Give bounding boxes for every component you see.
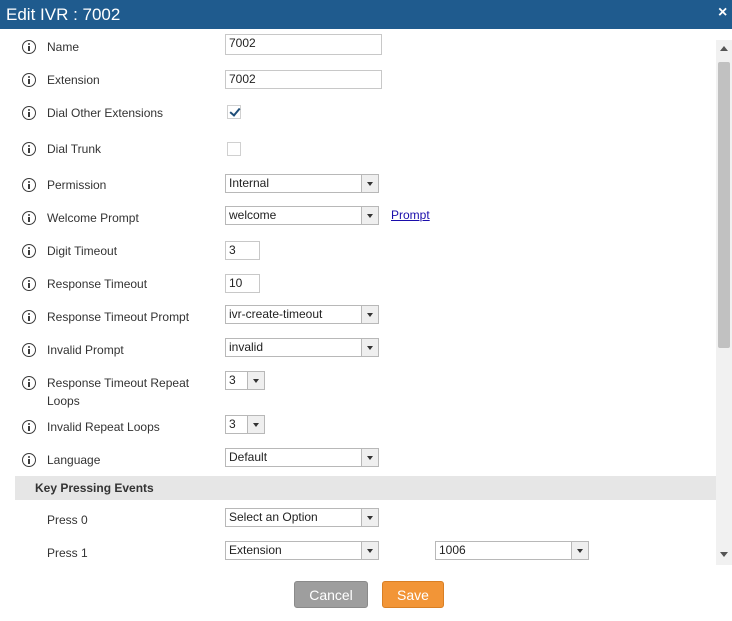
permission-label: Permission [47, 178, 107, 192]
scroll-up-icon[interactable] [720, 46, 728, 51]
scroll-down-icon[interactable] [720, 552, 728, 557]
chevron-down-icon[interactable] [361, 306, 378, 323]
invalid-prompt-select[interactable]: invalid [225, 338, 379, 357]
response-timeout-prompt-row: Response Timeout Prompt ivr-create-timeo… [0, 305, 716, 329]
press-0-row: Press 0 Select an Option [0, 508, 716, 532]
language-label: Language [47, 453, 101, 467]
response-timeout-repeat-loops-value: 3 [229, 373, 236, 387]
chevron-down-icon[interactable] [361, 207, 378, 224]
info-icon[interactable] [22, 343, 36, 357]
chevron-down-icon[interactable] [361, 509, 378, 526]
permission-select[interactable]: Internal [225, 174, 379, 193]
extension-input[interactable]: 7002 [225, 70, 382, 89]
response-timeout-prompt-value: ivr-create-timeout [229, 307, 323, 321]
name-row: Name 7002 [0, 34, 716, 59]
welcome-prompt-value: welcome [229, 208, 277, 222]
response-timeout-prompt-select[interactable]: ivr-create-timeout [225, 305, 379, 324]
info-icon[interactable] [22, 178, 36, 192]
invalid-repeat-loops-value: 3 [229, 417, 236, 431]
press-1-target-value: 1006 [439, 543, 466, 557]
response-timeout-row: Response Timeout 10 [0, 274, 716, 296]
info-icon[interactable] [22, 244, 36, 258]
dialog-title: Edit IVR : 7002 [6, 5, 121, 24]
dial-other-extensions-row: Dial Other Extensions [0, 103, 716, 125]
info-icon[interactable] [22, 453, 36, 467]
dial-trunk-label: Dial Trunk [47, 142, 102, 156]
info-icon[interactable] [22, 310, 36, 324]
press-1-target-select[interactable]: 1006 [435, 541, 589, 560]
response-timeout-input[interactable]: 10 [225, 274, 260, 293]
invalid-repeat-loops-row: Invalid Repeat Loops 3 [0, 415, 716, 439]
digit-timeout-row: Digit Timeout 3 [0, 241, 716, 263]
chevron-down-icon[interactable] [361, 175, 378, 192]
chevron-down-icon[interactable] [247, 416, 264, 433]
prompt-link[interactable]: Prompt [391, 206, 430, 224]
response-timeout-repeat-loops-row: Response Timeout Repeat Loops 3 [0, 371, 716, 413]
press-0-value: Select an Option [229, 510, 318, 524]
press-0-select[interactable]: Select an Option [225, 508, 379, 527]
name-input[interactable]: 7002 [225, 34, 382, 55]
scrollbar-thumb[interactable] [718, 62, 730, 348]
dialog-footer: Cancel Save [0, 565, 732, 621]
info-icon[interactable] [22, 106, 36, 120]
permission-row: Permission Internal [0, 174, 716, 197]
invalid-prompt-row: Invalid Prompt invalid [0, 338, 716, 362]
language-value: Default [229, 450, 268, 464]
welcome-prompt-row: Welcome Prompt welcome Prompt [0, 206, 716, 230]
info-icon[interactable] [22, 73, 36, 87]
language-select[interactable]: Default [225, 448, 379, 467]
section-title: Key Pressing Events [35, 481, 154, 495]
press-0-label: Press 0 [47, 513, 88, 527]
chevron-down-icon[interactable] [247, 372, 264, 389]
press-1-type-select[interactable]: Extension [225, 541, 379, 560]
form-content: Name 7002 Extension 7002 Dial Other Exte… [0, 29, 716, 565]
cancel-button[interactable]: Cancel [294, 581, 368, 608]
extension-row: Extension 7002 [0, 70, 716, 92]
response-timeout-repeat-loops-label-cont: Loops [47, 394, 80, 408]
invalid-repeat-loops-select[interactable]: 3 [225, 415, 265, 434]
dialog-titlebar: Edit IVR : 7002 × [0, 0, 732, 29]
response-timeout-repeat-loops-select[interactable]: 3 [225, 371, 265, 390]
invalid-prompt-label: Invalid Prompt [47, 343, 124, 357]
response-timeout-prompt-label: Response Timeout Prompt [47, 310, 190, 324]
dial-other-extensions-checkbox[interactable] [227, 105, 241, 119]
language-row: Language Default [0, 448, 716, 472]
press-1-label: Press 1 [47, 546, 88, 560]
name-label: Name [47, 40, 80, 54]
close-icon[interactable]: × [718, 4, 727, 22]
response-timeout-repeat-loops-label: Response Timeout Repeat [47, 376, 190, 390]
chevron-down-icon[interactable] [361, 449, 378, 466]
response-timeout-label: Response Timeout [47, 277, 148, 291]
key-pressing-events-header: Key Pressing Events [15, 476, 716, 500]
digit-timeout-label: Digit Timeout [47, 244, 118, 258]
info-icon[interactable] [22, 211, 36, 225]
extension-label: Extension [47, 73, 100, 87]
invalid-prompt-value: invalid [229, 340, 264, 354]
dial-trunk-checkbox[interactable] [227, 142, 241, 156]
press-1-type-value: Extension [229, 543, 282, 557]
welcome-prompt-select[interactable]: welcome [225, 206, 379, 225]
chevron-down-icon[interactable] [361, 542, 378, 559]
info-icon[interactable] [22, 277, 36, 291]
info-icon[interactable] [22, 376, 36, 390]
vertical-scrollbar[interactable] [716, 40, 732, 565]
chevron-down-icon[interactable] [571, 542, 588, 559]
dial-other-extensions-label: Dial Other Extensions [47, 106, 164, 120]
dial-trunk-row: Dial Trunk [0, 139, 716, 161]
press-1-row: Press 1 Extension 1006 [0, 541, 716, 565]
info-icon[interactable] [22, 420, 36, 434]
welcome-prompt-label: Welcome Prompt [47, 211, 139, 225]
permission-value: Internal [229, 176, 270, 190]
save-button[interactable]: Save [382, 581, 444, 608]
invalid-repeat-loops-label: Invalid Repeat Loops [47, 420, 160, 434]
digit-timeout-input[interactable]: 3 [225, 241, 260, 260]
chevron-down-icon[interactable] [361, 339, 378, 356]
info-icon[interactable] [22, 40, 36, 54]
info-icon[interactable] [22, 142, 36, 156]
